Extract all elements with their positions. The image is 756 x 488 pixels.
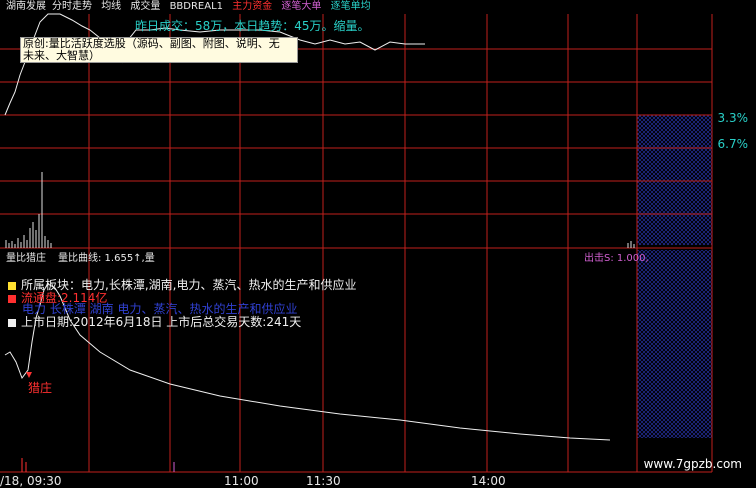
stock-name: 湖南发展 [6, 1, 46, 12]
tab-volume[interactable]: 成交量 [130, 1, 160, 12]
sector-label: 所属板块： [21, 278, 82, 292]
volume-ratio-label: 量比曲线: 1.655↑,量 [58, 253, 155, 264]
time-label-1400: 14:00 [471, 474, 506, 488]
tab-main-funds[interactable]: 主力资金 [232, 1, 272, 12]
listing-info: 上市日期:2012年6月18日 上市后总交易天数:241天 [21, 315, 302, 329]
tooltip-line-2: 未来、大智慧） [23, 49, 100, 62]
red-square-icon [8, 294, 16, 303]
future-region-hatch [637, 115, 712, 245]
yellow-square-icon [8, 281, 16, 290]
exit-signal-label: 出击S: 1.000, [584, 253, 649, 264]
sector-row: 所属板块：电力,长株潭,湖南,电力、蒸汽、热水的生产和供应业 [8, 278, 356, 292]
future-region-hatch-lower [637, 250, 712, 438]
overlap-text: 电力 长株潭 湖南 电力、蒸汽、热水的生产和供应业 [22, 302, 298, 316]
intraday-chart[interactable] [0, 0, 756, 487]
white-square-icon [8, 318, 16, 327]
tab-avg[interactable]: 均线 [101, 1, 121, 12]
signal-bars [21, 458, 27, 472]
tab-intraday[interactable]: 分时走势 [52, 1, 92, 12]
sub-panel-title[interactable]: 量比猎庄 [6, 249, 46, 264]
sector-value: 电力,长株潭,湖南,电力、蒸汽、热水的生产和供应业 [81, 278, 357, 292]
chart-header: 湖南发展 分时走势 均线 成交量 BBDREAL1 主力资金 逐笔大单 逐笔单均 [6, 0, 377, 14]
tab-indicator[interactable]: BBDREAL1 [170, 1, 223, 12]
tab-order-avg[interactable]: 逐笔单均 [331, 1, 371, 12]
scale-lower: 6.7% [717, 137, 749, 151]
time-label-start: /18, 09:30 [0, 474, 62, 488]
time-label-1100: 11:00 [224, 474, 259, 488]
indicator-tooltip: 原创:量比活跃度选股（源码、副图、附图、说明、无 未来、大智慧） [20, 37, 298, 63]
tab-big-orders[interactable]: 逐笔大单 [281, 1, 321, 12]
overlap-row: 电力 长株潭 湖南 电力、蒸汽、热水的生产和供应业 [22, 302, 297, 316]
scale-upper: 3.3% [717, 111, 749, 125]
entry-marker-icon [26, 372, 32, 378]
time-label-1130: 11:30 [306, 474, 341, 488]
watermark: www.7gpzb.com [643, 457, 742, 471]
volume-summary: 昨日成交：58万，本日趋势：45万。缩量。 [135, 19, 370, 33]
hunter-marker-label: 猎庄 [28, 381, 53, 395]
listing-row: 上市日期:2012年6月18日 上市后总交易天数:241天 [8, 315, 301, 329]
